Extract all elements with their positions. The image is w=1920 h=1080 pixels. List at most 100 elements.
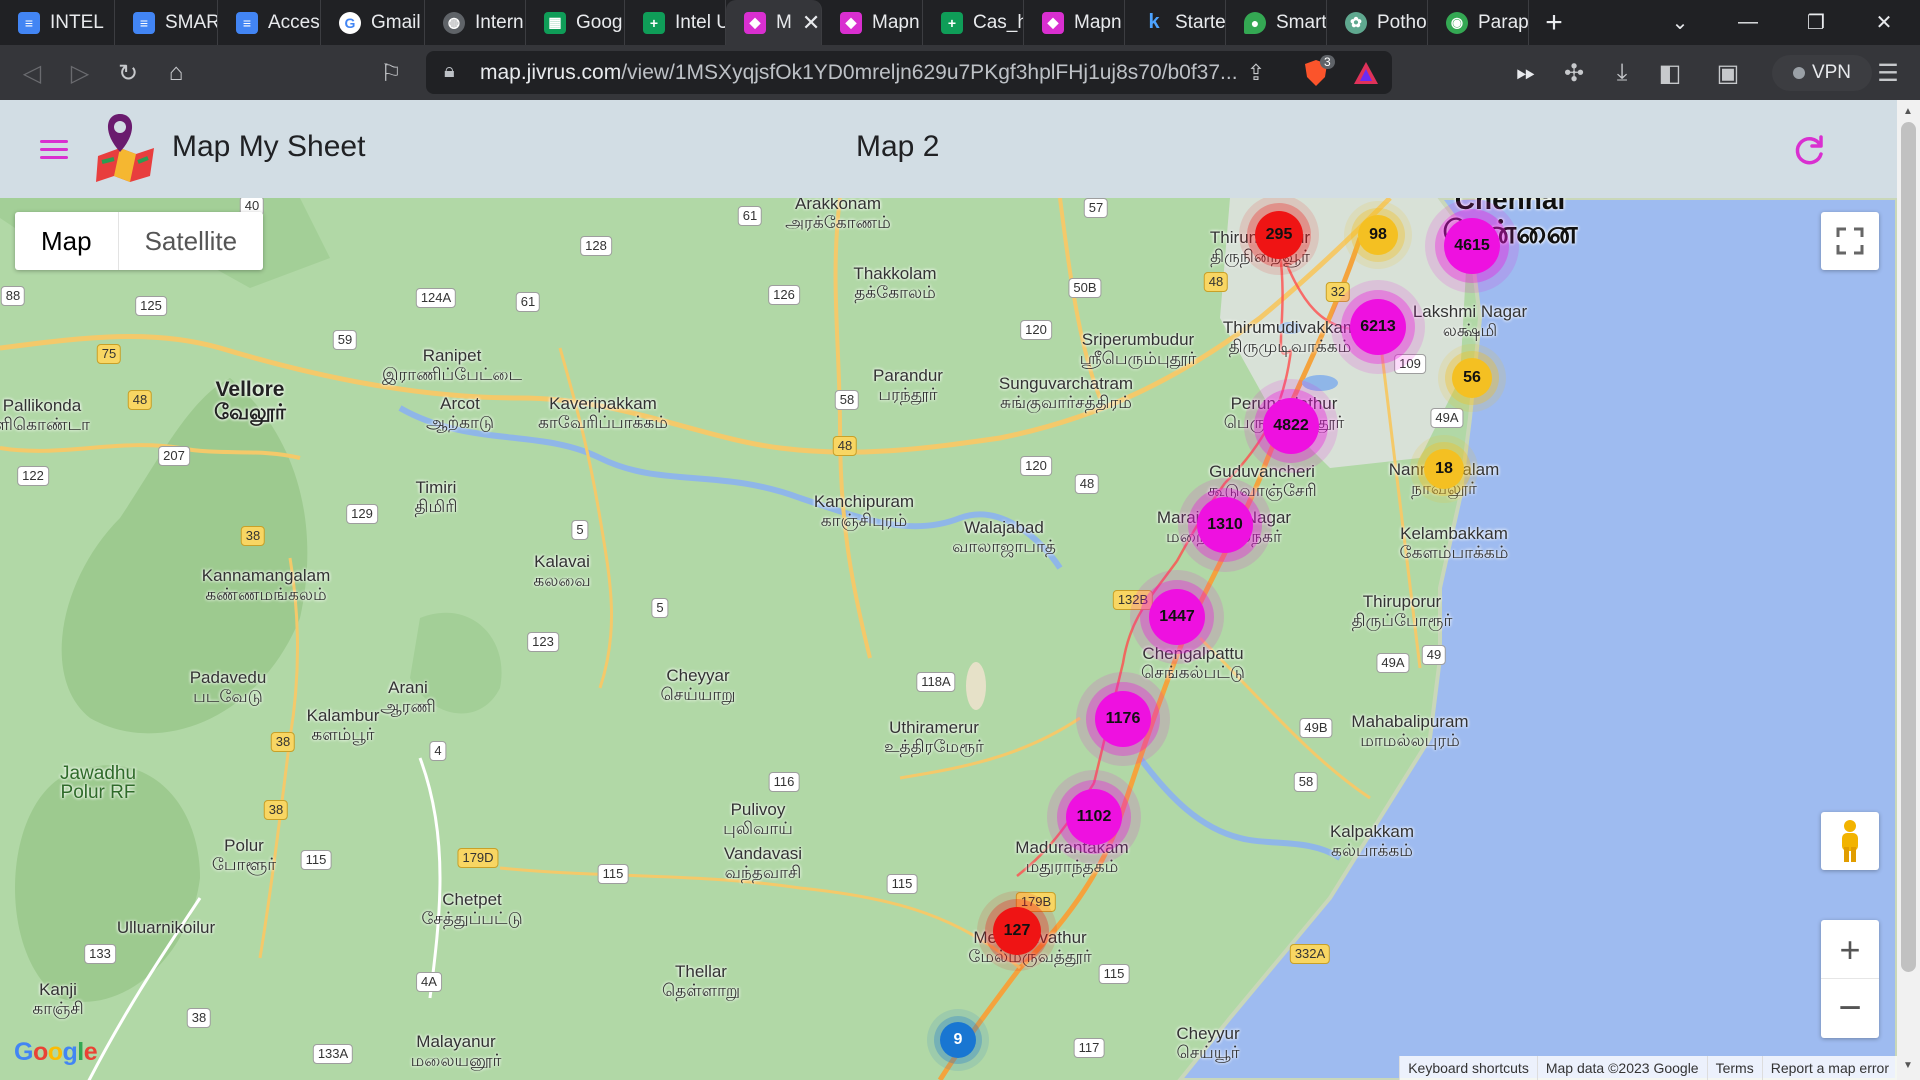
extensions-icon[interactable]: ✣ bbox=[1554, 53, 1594, 93]
place-label: Cheyyar செய்யாறு bbox=[660, 666, 736, 704]
tab-search-icon[interactable]: ⌄ bbox=[1646, 0, 1714, 45]
scroll-down-arrow-icon[interactable]: ▼ bbox=[1903, 1060, 1913, 1071]
place-label: Kannamangalam கண்ணமங்கலம் bbox=[201, 566, 331, 604]
highway-shield: 88 bbox=[0, 286, 26, 306]
zoom-control: + − bbox=[1821, 920, 1879, 1038]
highway-shield: 126 bbox=[768, 285, 800, 305]
place-label: Malayanur மலையனூர் bbox=[410, 1032, 502, 1070]
browser-tab[interactable]: ▦ Goog bbox=[526, 0, 625, 45]
sheets-icon: ▦ bbox=[544, 11, 566, 34]
zoom-in-button[interactable]: + bbox=[1821, 921, 1879, 979]
map-type-satellite-button[interactable]: Satellite bbox=[119, 212, 264, 270]
marker-cluster[interactable]: 9 bbox=[940, 1022, 976, 1058]
marker-cluster[interactable]: 4822 bbox=[1263, 398, 1319, 454]
scroll-up-arrow-icon[interactable]: ▲ bbox=[1903, 106, 1913, 117]
report-map-error-link[interactable]: Report a map error bbox=[1761, 1056, 1897, 1080]
highway-shield: 49A bbox=[1430, 408, 1464, 428]
bookmark-icon[interactable]: ⚐ bbox=[371, 53, 411, 93]
menu-icon[interactable]: ☰ bbox=[1868, 53, 1908, 93]
home-icon[interactable]: ⌂ bbox=[156, 53, 196, 93]
browser-tab-active[interactable]: ◆ M ✕ bbox=[726, 0, 822, 45]
share-icon[interactable]: ⇪ bbox=[1236, 53, 1276, 93]
browser-tab[interactable]: G Gmail bbox=[321, 0, 425, 45]
browser-tab[interactable]: ✿ Potho bbox=[1327, 0, 1428, 45]
marker-cluster[interactable]: 6213 bbox=[1350, 299, 1406, 355]
brave-shield-icon[interactable]: 3 bbox=[1296, 53, 1336, 93]
map-type-map-button[interactable]: Map bbox=[15, 212, 119, 270]
highway-shield: 4A bbox=[416, 972, 442, 992]
highway-shield: 50B bbox=[1068, 278, 1102, 298]
vpn-button[interactable]: VPN bbox=[1772, 55, 1872, 91]
street-view-pegman[interactable] bbox=[1821, 812, 1879, 870]
browser-tab[interactable]: ◆ Mapn bbox=[1024, 0, 1125, 45]
fast-forward-icon[interactable]: ⏩︎ bbox=[1506, 53, 1546, 93]
browser-tab[interactable]: ≡ Acces bbox=[218, 0, 321, 45]
close-tab-icon[interactable]: ✕ bbox=[802, 10, 820, 36]
place-label: Jawadhu Polur RF bbox=[59, 763, 137, 803]
reload-icon[interactable]: ↻ bbox=[108, 53, 148, 93]
marker-cluster[interactable]: 1447 bbox=[1149, 589, 1205, 645]
marker-cluster[interactable]: 4615 bbox=[1444, 218, 1500, 274]
keyboard-shortcuts-link[interactable]: Keyboard shortcuts bbox=[1399, 1056, 1537, 1080]
brave-rewards-icon[interactable] bbox=[1346, 53, 1386, 93]
browser-tab[interactable]: k Starte bbox=[1125, 0, 1226, 45]
scrollbar-thumb[interactable] bbox=[1901, 122, 1916, 972]
app-title: Map My Sheet bbox=[172, 130, 366, 163]
wallet-icon[interactable]: ▣ bbox=[1708, 53, 1748, 93]
map-name-title: Map 2 bbox=[856, 130, 940, 163]
place-label: Walajabad வாலாஜாபாத் bbox=[952, 518, 1056, 556]
highway-shield: 332A bbox=[1289, 944, 1331, 964]
fullscreen-button[interactable] bbox=[1821, 212, 1879, 270]
place-label: Kelambakkam கேளம்பாக்கம் bbox=[1399, 524, 1509, 562]
marker-cluster[interactable]: 56 bbox=[1452, 358, 1492, 398]
browser-tab[interactable]: ● Smart bbox=[1226, 0, 1327, 45]
marker-cluster[interactable]: 1176 bbox=[1095, 691, 1151, 747]
url-host: map.jivrus.com bbox=[480, 60, 622, 84]
openai-icon: ✿ bbox=[1345, 11, 1367, 34]
map-type-control: Map Satellite bbox=[15, 212, 264, 270]
place-label: Thiruporur திருப்போரூர் bbox=[1351, 592, 1453, 630]
highway-shield: 125 bbox=[135, 296, 167, 316]
download-icon[interactable]: ⤓ bbox=[1602, 53, 1642, 93]
place-label: Cheyyur செய்யூர் bbox=[1176, 1024, 1240, 1062]
marker-cluster[interactable]: 127 bbox=[993, 907, 1041, 955]
refresh-icon[interactable] bbox=[1792, 133, 1826, 167]
marker-cluster[interactable]: 295 bbox=[1255, 211, 1303, 259]
browser-tab[interactable]: ◉ Parap bbox=[1428, 0, 1529, 45]
place-label: Vandavasi வந்தவாசி bbox=[723, 844, 803, 882]
browser-tab[interactable]: ≡ SMAR bbox=[115, 0, 218, 45]
marker-cluster[interactable]: 18 bbox=[1424, 449, 1464, 489]
marker-cluster[interactable]: 98 bbox=[1358, 215, 1398, 255]
marker-cluster[interactable]: 1102 bbox=[1066, 789, 1122, 845]
page-scrollbar[interactable]: ▲ ▼ bbox=[1897, 100, 1920, 1080]
new-tab-button[interactable]: + bbox=[1529, 0, 1579, 45]
back-icon[interactable]: ◁ bbox=[12, 53, 52, 93]
zoom-out-button[interactable]: − bbox=[1821, 979, 1879, 1037]
restore-icon[interactable]: ❐ bbox=[1782, 0, 1850, 45]
browser-toolbar: ◁ ▷ ↻ ⌂ ⚐ 🔒︎ map.jivrus.com/view/1MSXyqj… bbox=[0, 45, 1920, 100]
sidebar-icon[interactable]: ◧ bbox=[1650, 53, 1690, 93]
place-label: Kaveripakkam காவேரிப்பாக்கம் bbox=[538, 394, 668, 432]
map-canvas[interactable]: 40 61 128 57 88 125 124A 61 126 50B 48 3… bbox=[0, 198, 1897, 1080]
highway-shield: 49A bbox=[1376, 653, 1410, 673]
docs-icon: ≡ bbox=[133, 11, 155, 34]
close-window-icon[interactable]: ✕ bbox=[1850, 0, 1918, 45]
browser-tab[interactable]: + Cas_h bbox=[923, 0, 1024, 45]
browser-tab[interactable]: + Intel U bbox=[625, 0, 726, 45]
browser-tab[interactable]: ◍ Intern bbox=[425, 0, 526, 45]
terms-link[interactable]: Terms bbox=[1706, 1056, 1762, 1080]
minimize-icon[interactable]: — bbox=[1714, 0, 1782, 45]
sheets-plus-icon: + bbox=[643, 11, 665, 34]
highway-shield: 115 bbox=[597, 864, 629, 884]
vpn-status-icon bbox=[1792, 67, 1805, 79]
hamburger-menu-icon[interactable] bbox=[40, 140, 68, 160]
browser-tab[interactable]: ◆ Mapn bbox=[822, 0, 923, 45]
highway-shield: 120 bbox=[1020, 320, 1052, 340]
highway-shield: 61 bbox=[737, 206, 763, 226]
forward-icon[interactable]: ▷ bbox=[60, 53, 100, 93]
marker-cluster[interactable]: 1310 bbox=[1197, 497, 1253, 553]
highway-shield: 207 bbox=[158, 446, 190, 466]
highway-shield: 118A bbox=[916, 672, 956, 692]
browser-tab[interactable]: ≡ INTEL bbox=[0, 0, 115, 45]
place-label: Padavedu படவேடு bbox=[189, 668, 267, 706]
